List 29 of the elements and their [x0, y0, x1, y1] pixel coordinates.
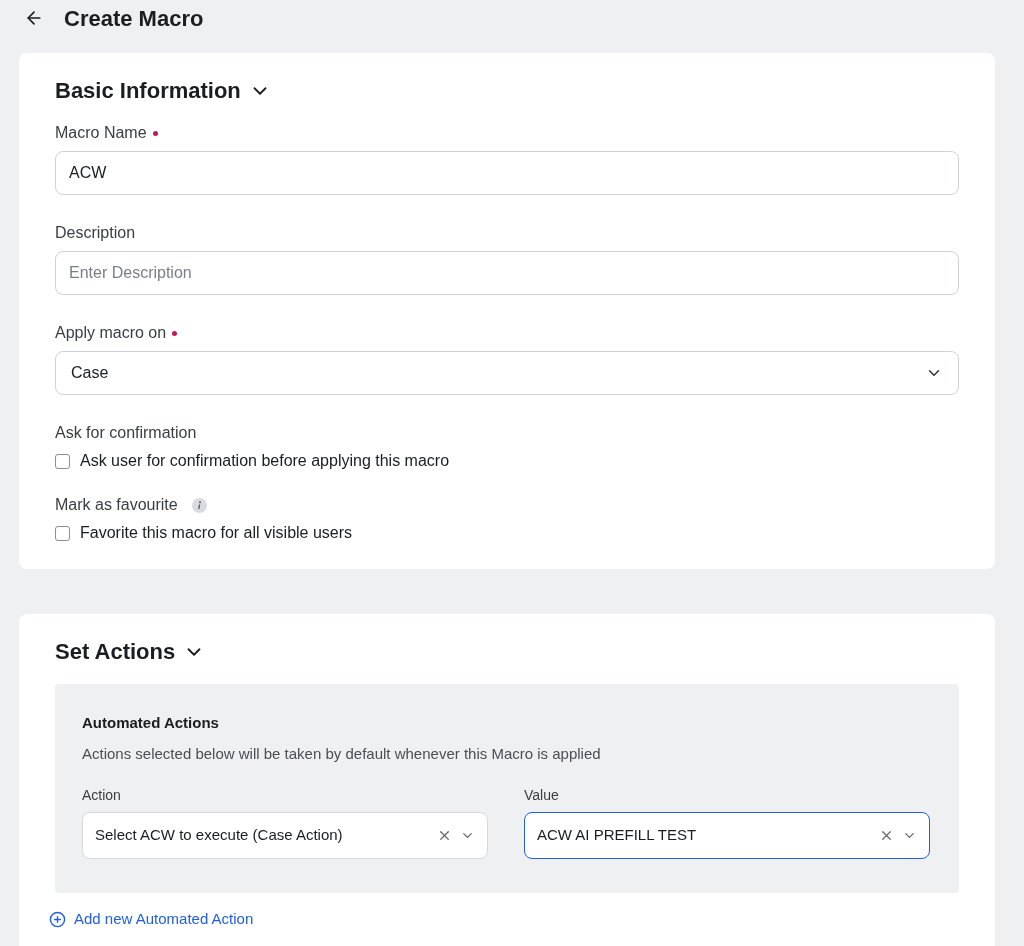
text-field[interactable]: ACW [55, 151, 959, 195]
select-value: ACW AI PREFILL TEST [537, 825, 697, 846]
field-label: Value [524, 786, 560, 805]
field-label: Mark as favourite [55, 495, 178, 515]
select-value: Select ACW to execute (Case Action) [95, 825, 343, 846]
panel-title: Automated Actions [82, 713, 220, 733]
add-action-link[interactable]: Add new Automated Action [49, 908, 959, 931]
clear-icon[interactable] [437, 828, 452, 843]
panel-description: Actions selected below will be taken by default whenever this Macro is applied [82, 743, 602, 764]
section-toggle[interactable]: Basic Information [55, 77, 271, 105]
field-label: Action [82, 786, 122, 805]
checkbox-label: Ask user for confirmation before applying this macro [80, 451, 450, 471]
text-field[interactable]: Enter Description [55, 251, 959, 295]
checkbox[interactable] [55, 525, 70, 541]
field-label: Description [55, 223, 136, 243]
info-icon[interactable] [191, 497, 207, 513]
clear-icon[interactable] [879, 828, 894, 843]
field-label: Apply macro on [55, 323, 167, 343]
plus-circle-icon [49, 910, 66, 928]
select-field[interactable]: Case [55, 351, 959, 395]
page-title: Create Macro [64, 4, 204, 33]
select-value: Case [71, 363, 109, 383]
checkbox-label: Favorite this macro for all visible users [80, 523, 353, 543]
select-field[interactable]: Select ACW to execute (Case Action) [82, 812, 488, 859]
section-toggle[interactable]: Set Actions [55, 638, 206, 666]
field-label: Macro Name [55, 123, 147, 143]
select-field[interactable]: ACW AI PREFILL TEST [524, 812, 930, 859]
checkbox[interactable] [55, 453, 70, 469]
field-label: Ask for confirmation [55, 423, 197, 443]
